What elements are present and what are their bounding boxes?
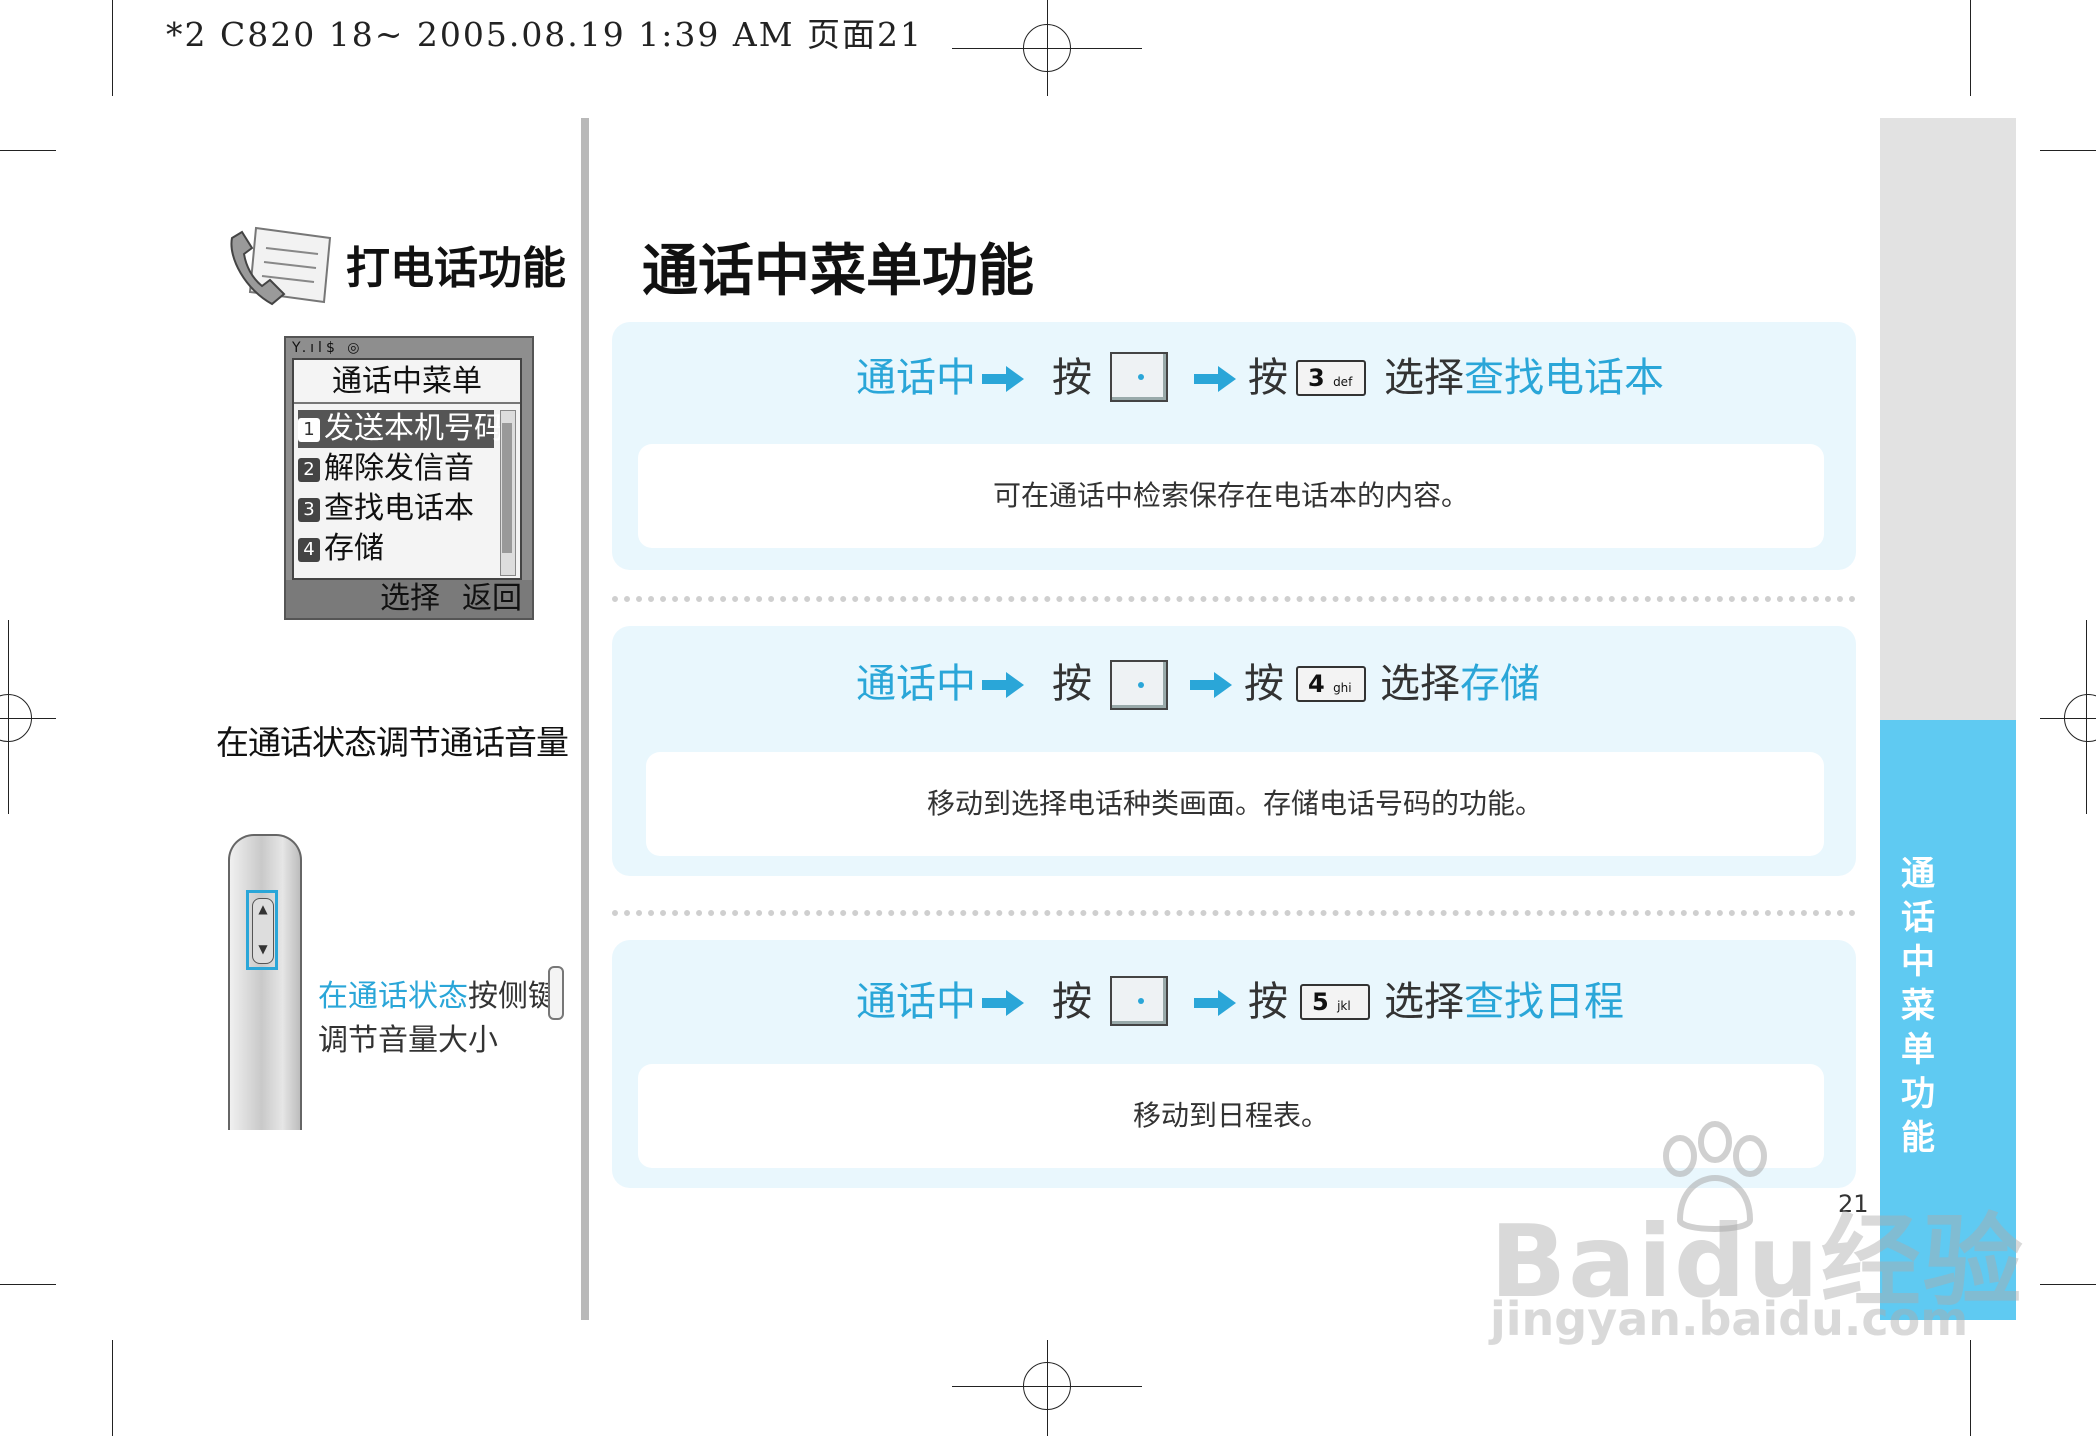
arrow-right-icon	[1194, 990, 1236, 1016]
menu-number: 1	[298, 418, 320, 442]
phone-screen-mockup: Y.ıl$ ◎ 通话中菜单 1 发送本机号码 2 解除发信音 3 查找电话本 4 存储 …	[284, 336, 534, 620]
step-select-target: 存储	[1460, 661, 1540, 707]
softkey-select: 选择	[380, 581, 440, 616]
crop-mark	[0, 1284, 56, 1285]
section-title: 打电话功能	[346, 243, 566, 294]
screen-menu: 通话中菜单 1 发送本机号码 2 解除发信音 3 查找电话本 4 存储	[292, 358, 522, 580]
registration-mark	[0, 694, 32, 742]
key-digit: 3	[1308, 364, 1325, 392]
step-select-word: 选择	[1384, 979, 1464, 1025]
crop-mark	[1970, 1340, 1971, 1436]
step-row: 通话中 按 按 5 jkl 选择 查找日程	[612, 940, 1856, 1050]
ok-key-icon	[1110, 976, 1168, 1026]
step-row: 通话中 按 按 4 ghi 选择 存储	[612, 626, 1856, 736]
softkey-back: 返回	[462, 581, 522, 616]
step-press: 按	[1244, 661, 1284, 707]
key-digit: 4	[1308, 670, 1325, 698]
side-key-icon	[548, 966, 564, 1020]
ok-key-icon	[1110, 352, 1168, 402]
arrow-right-icon	[1194, 366, 1236, 392]
key-letters: def	[1333, 375, 1353, 389]
registration-mark	[2064, 694, 2096, 742]
step-select-target: 查找日程	[1464, 979, 1624, 1025]
crop-mark	[0, 150, 56, 151]
menu-number: 4	[298, 538, 320, 562]
volume-description: 在通话状态按侧键调节音量大小	[318, 975, 558, 1063]
scroll-thumb	[502, 423, 512, 553]
crop-mark	[2040, 150, 2096, 151]
number-key-icon: 4 ghi	[1296, 666, 1366, 702]
step-card: 通话中 按 按 4 ghi 选择 存储 移动到选择电话种类画面。存储电话号码的功…	[612, 626, 1856, 876]
column-divider	[581, 118, 589, 1320]
step-select-target: 查找电话本	[1464, 355, 1664, 401]
phone-call-icon	[230, 226, 332, 306]
step-press: 按	[1248, 979, 1288, 1025]
menu-item: 3 查找电话本	[298, 490, 494, 528]
softkey-bar: 选择 返回	[286, 580, 532, 618]
crop-mark	[1970, 0, 1971, 96]
number-key-icon: 5 jkl	[1300, 984, 1370, 1020]
menu-item-label: 查找电话本	[324, 491, 474, 526]
arrow-right-icon	[982, 672, 1024, 698]
dotted-divider	[612, 910, 1856, 916]
arrow-right-icon	[982, 366, 1024, 392]
step-press: 按	[1052, 355, 1092, 401]
arrow-right-icon	[1190, 672, 1232, 698]
volume-desc-highlight: 在通话状态	[318, 979, 468, 1014]
step-select-word: 选择	[1384, 355, 1464, 401]
arrow-right-icon	[982, 990, 1024, 1016]
registration-mark	[1023, 24, 1071, 72]
side-tab-gray	[1880, 118, 2016, 720]
key-letters: ghi	[1333, 681, 1352, 695]
side-tab-label: 通话中菜单功能	[1901, 854, 1935, 1158]
status-bar: Y.ıl$ ◎	[292, 340, 364, 356]
step-state: 通话中	[856, 979, 976, 1025]
step-card: 通话中 按 按 3 def 选择 查找电话本 可在通话中检索保存在电话本的内容。	[612, 322, 1856, 570]
step-press: 按	[1052, 661, 1092, 707]
print-header: *2 C820 18~ 2005.08.19 1:39 AM 页面21	[166, 15, 923, 54]
phone-side-illustration	[228, 834, 302, 1130]
screen-title: 通话中菜单	[294, 360, 520, 404]
menu-item: 2 解除发信音	[298, 450, 494, 488]
scrollbar	[500, 410, 516, 576]
registration-mark	[1023, 1362, 1071, 1410]
dotted-divider	[612, 596, 1856, 602]
step-description: 可在通话中检索保存在电话本的内容。	[638, 444, 1824, 548]
crop-mark	[2040, 1284, 2096, 1285]
menu-item-label: 解除发信音	[324, 451, 474, 486]
page-title: 通话中菜单功能	[642, 239, 1034, 304]
step-row: 通话中 按 按 3 def 选择 查找电话本	[612, 322, 1856, 432]
menu-item-label: 存储	[324, 531, 384, 566]
step-state: 通话中	[856, 355, 976, 401]
step-press: 按	[1248, 355, 1288, 401]
menu-number: 3	[298, 498, 320, 522]
step-description: 移动到选择电话种类画面。存储电话号码的功能。	[646, 752, 1824, 856]
key-digit: 5	[1312, 988, 1329, 1016]
key-letters: jkl	[1337, 999, 1351, 1013]
watermark-url: jingyan.baidu.com	[1490, 1292, 1969, 1346]
number-key-icon: 3 def	[1296, 360, 1366, 396]
volume-key-highlight	[246, 890, 278, 970]
step-press: 按	[1052, 979, 1092, 1025]
menu-number: 2	[298, 458, 320, 482]
menu-item-label: 发送本机号码	[324, 411, 504, 446]
menu-item: 4 存储	[298, 530, 494, 568]
ok-key-icon	[1110, 660, 1168, 710]
volume-heading: 在通话状态调节通话音量	[216, 723, 569, 762]
menu-item: 1 发送本机号码	[298, 410, 504, 448]
step-select-word: 选择	[1380, 661, 1460, 707]
crop-mark	[112, 0, 113, 96]
step-state: 通话中	[856, 661, 976, 707]
crop-mark	[112, 1340, 113, 1436]
